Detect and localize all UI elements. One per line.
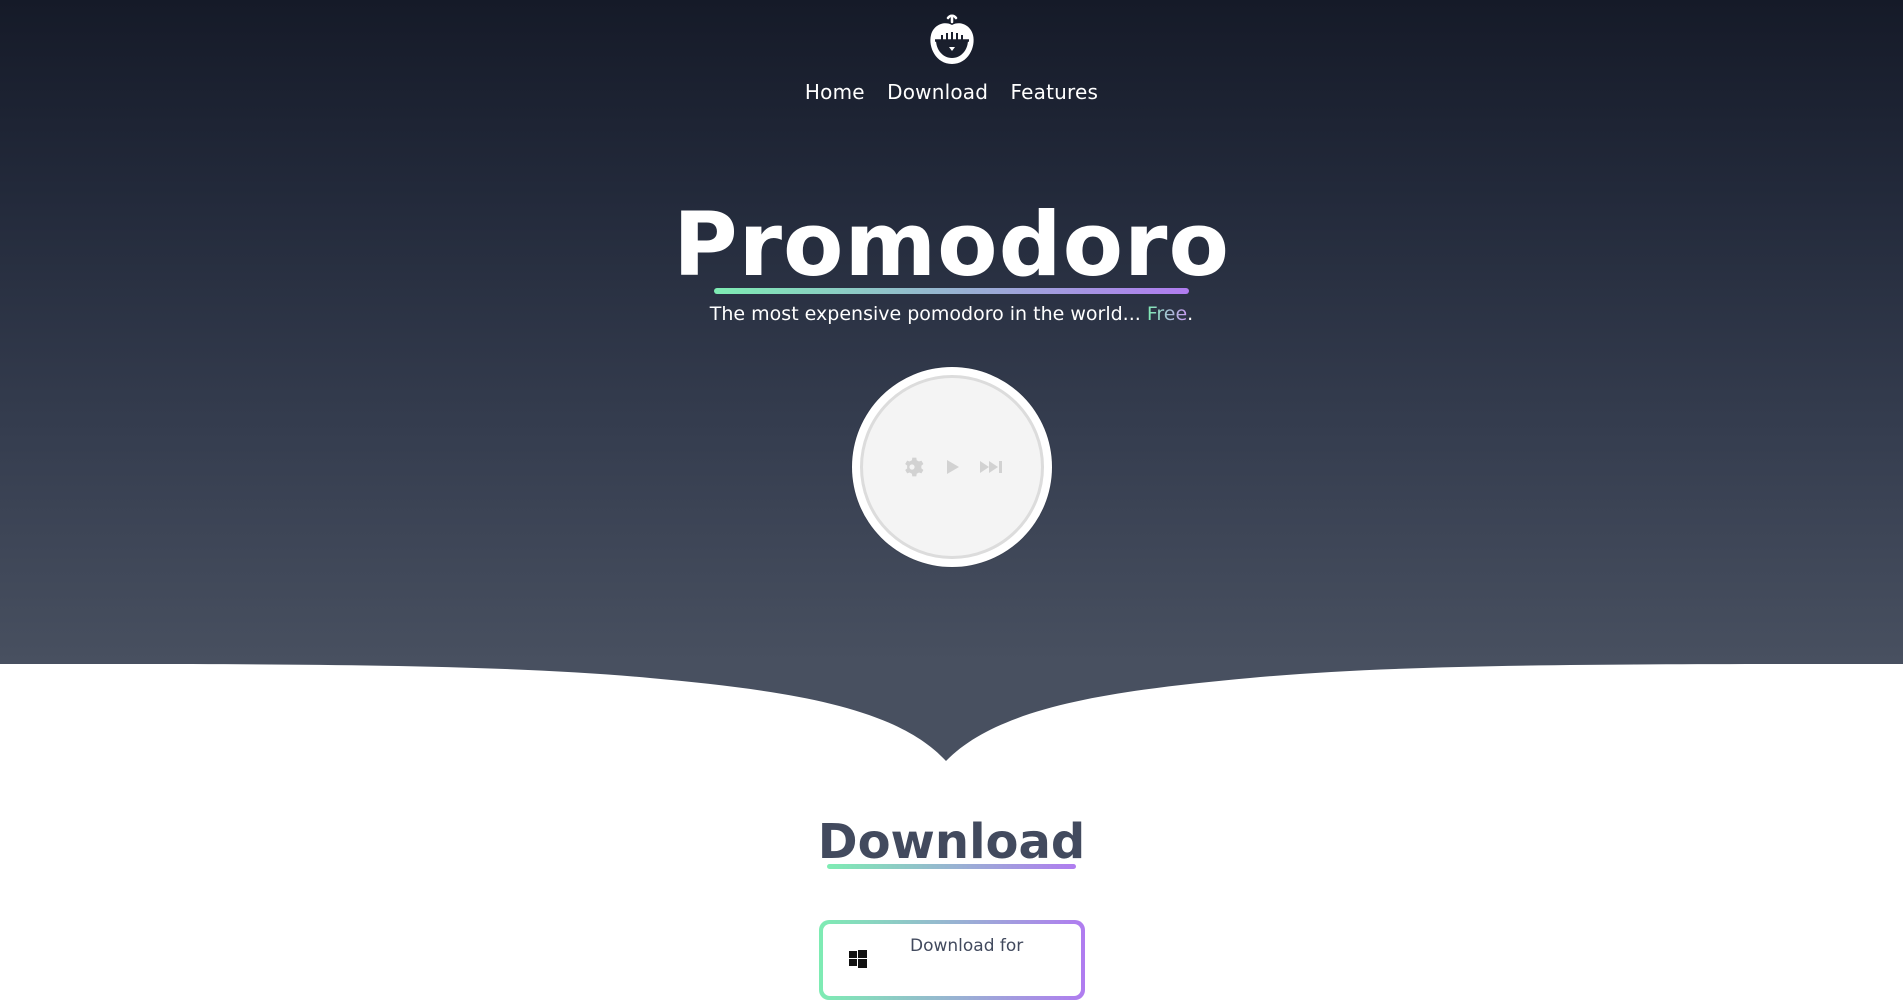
- fast-forward-icon: [980, 461, 1002, 473]
- download-card-label: Download for: [910, 936, 1024, 956]
- hero-title: Promodoro: [673, 193, 1230, 296]
- download-windows-button[interactable]: Download for: [819, 920, 1085, 1000]
- nav-download-link[interactable]: Download: [887, 80, 988, 104]
- download-card-inner: Download for: [823, 924, 1081, 996]
- gear-icon: [905, 457, 924, 477]
- play-icon: [947, 460, 959, 474]
- hero-tagline: The most expensive pomodoro in the world…: [0, 303, 1903, 325]
- skip-button[interactable]: [979, 454, 1005, 480]
- tagline-suffix: .: [1187, 303, 1194, 325]
- tomato-logo-icon[interactable]: [926, 14, 978, 68]
- settings-button[interactable]: [899, 454, 925, 480]
- tagline-text: The most expensive pomodoro in the world…: [709, 303, 1147, 325]
- main-nav: Home Download Features: [0, 80, 1903, 104]
- pomodoro-timer: [852, 367, 1052, 567]
- windows-icon: [849, 950, 867, 968]
- tagline-free-highlight: Free: [1146, 303, 1188, 325]
- download-section-title: Download: [817, 814, 1086, 870]
- title-underline: [714, 288, 1189, 294]
- timer-controls: [852, 453, 1052, 481]
- download-title-underline: [827, 864, 1076, 869]
- play-button[interactable]: [939, 454, 965, 480]
- nav-home-link[interactable]: Home: [805, 80, 865, 104]
- nav-features-link[interactable]: Features: [1011, 80, 1099, 104]
- hero-curve-divider: [0, 663, 1903, 761]
